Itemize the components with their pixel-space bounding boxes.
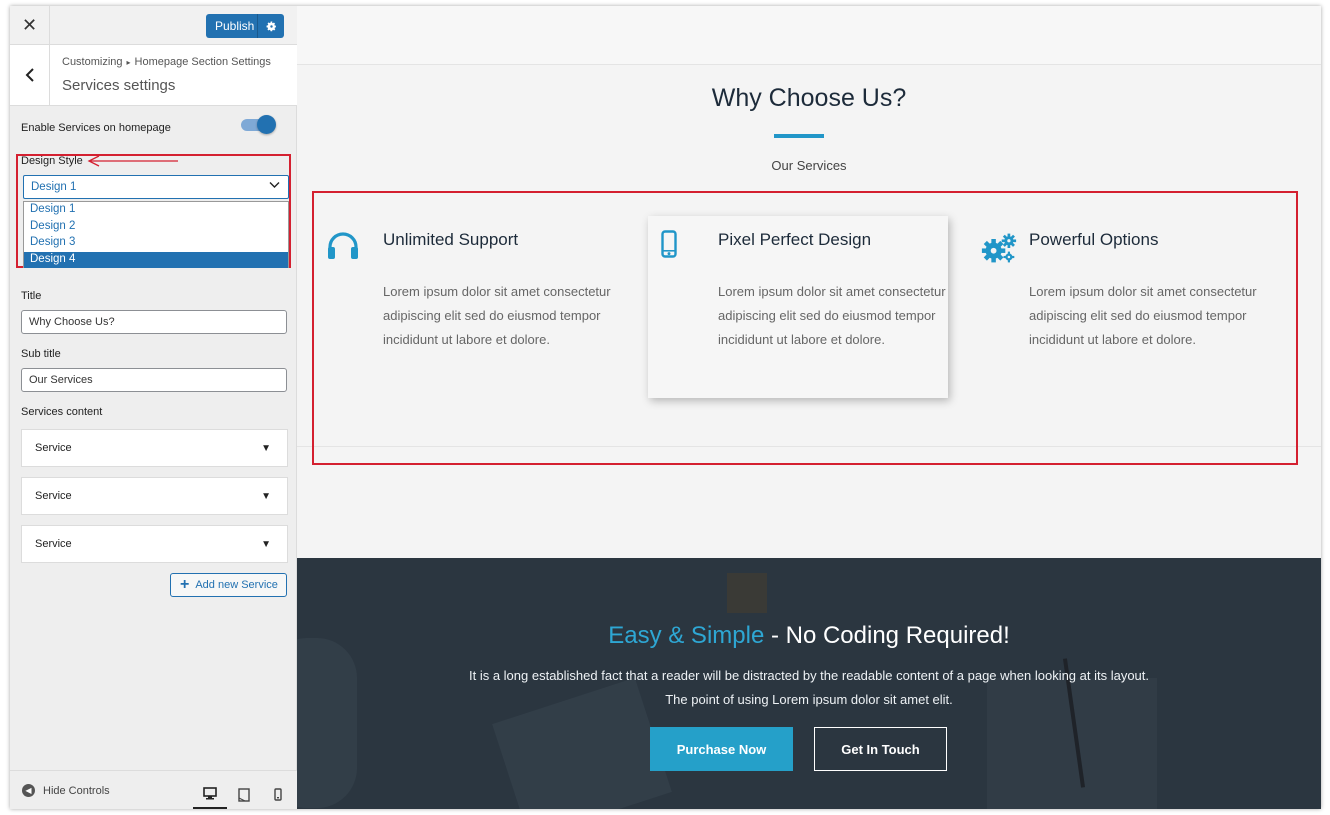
tablet-icon[interactable] (227, 779, 261, 809)
design-style-annotation-box: Design 1 Design 1 Design 2 Design 3 Desi… (16, 154, 291, 268)
services-annotation-box (312, 191, 1298, 465)
close-customizer-button[interactable]: ✕ (10, 6, 50, 45)
breadcrumb-section: Homepage Section Settings (134, 56, 271, 68)
service-item-label: Service (35, 490, 72, 502)
expand-triangle-icon: ▼ (261, 443, 271, 454)
subtitle-input[interactable]: Our Services (21, 368, 287, 392)
enable-services-toggle[interactable] (241, 115, 276, 134)
plus-icon: + (180, 576, 190, 593)
breadcrumb-arrow-icon: ▸ (126, 58, 131, 67)
title-label: Title (21, 290, 42, 302)
service-accordion-item[interactable]: Service ▼ (21, 477, 288, 515)
service-accordion-item[interactable]: Service ▼ (21, 429, 288, 467)
section-title-bar: Customizing ▸ Homepage Section Settings Se… (10, 45, 297, 106)
cta-title-rest: - No Coding Required! (764, 622, 1010, 649)
desktop-icon[interactable] (193, 779, 227, 809)
sidebar-header: ✕ Publish (10, 6, 297, 45)
add-new-service-button[interactable]: + Add new Service (170, 573, 287, 597)
design-option[interactable]: Design 3 (24, 235, 288, 252)
expand-triangle-icon: ▼ (261, 539, 271, 550)
cta-title: Easy & Simple - No Coding Required! (297, 622, 1321, 650)
subtitle-label: Sub title (21, 348, 61, 360)
site-preview: Why Choose Us? Our Services Unlimited Su… (297, 6, 1321, 809)
section-title: Services settings (62, 77, 176, 94)
title-input[interactable]: Why Choose Us? (21, 310, 287, 334)
cta-description: It is a long established fact that a rea… (468, 668, 1150, 707)
enable-services-label: Enable Services on homepage (21, 122, 171, 134)
get-in-touch-button[interactable]: Get In Touch (814, 727, 947, 771)
service-item-label: Service (35, 538, 72, 550)
cta-section: Easy & Simple - No Coding Required! It i… (297, 558, 1321, 809)
hide-controls-button[interactable]: ◀ Hide Controls (22, 784, 110, 797)
design-style-options-list: Design 1 Design 2 Design 3 Design 4 (23, 201, 289, 268)
heading-underline (774, 134, 824, 138)
add-service-label: Add new Service (195, 579, 278, 591)
design-option[interactable]: Design 2 (24, 219, 288, 236)
breadcrumb-root: Customizing (62, 56, 123, 68)
preview-top-band (297, 6, 1321, 65)
cta-title-accent: Easy & Simple (608, 622, 765, 649)
customizer-sidebar: ✕ Publish Customizing ▸ Homepage Section S… (10, 6, 297, 809)
design-option[interactable]: Design 1 (24, 202, 288, 219)
design-style-select[interactable]: Design 1 (23, 175, 289, 199)
back-chevron-icon[interactable] (10, 45, 50, 105)
purchase-now-button[interactable]: Purchase Now (650, 727, 793, 771)
design-style-selected-value: Design 1 (31, 181, 77, 193)
toggle-knob (257, 115, 276, 134)
background-plant-image (297, 638, 357, 808)
sidebar-footer: ◀ Hide Controls (10, 770, 297, 809)
service-accordion-item[interactable]: Service ▼ (21, 525, 288, 563)
mobile-icon[interactable] (261, 779, 295, 809)
section-heading: Why Choose Us? (711, 84, 907, 112)
services-content-label: Services content (21, 406, 103, 418)
publish-label: Publish (215, 19, 255, 33)
service-item-label: Service (35, 442, 72, 454)
design-option-highlighted[interactable]: Design 4 (24, 251, 288, 268)
chevron-down-icon (269, 180, 280, 192)
expand-triangle-icon: ▼ (261, 491, 271, 502)
breadcrumb: Customizing ▸ Homepage Section Settings (62, 56, 271, 68)
section-subheading: Our Services (771, 158, 847, 173)
customizer-window: ✕ Publish Customizing ▸ Homepage Section S… (10, 6, 1321, 809)
collapse-arrow-icon: ◀ (22, 784, 35, 797)
hide-controls-label: Hide Controls (43, 784, 110, 797)
background-object-image (727, 573, 767, 613)
publish-settings-gear-icon[interactable] (258, 21, 284, 32)
publish-button[interactable]: Publish (206, 14, 284, 38)
